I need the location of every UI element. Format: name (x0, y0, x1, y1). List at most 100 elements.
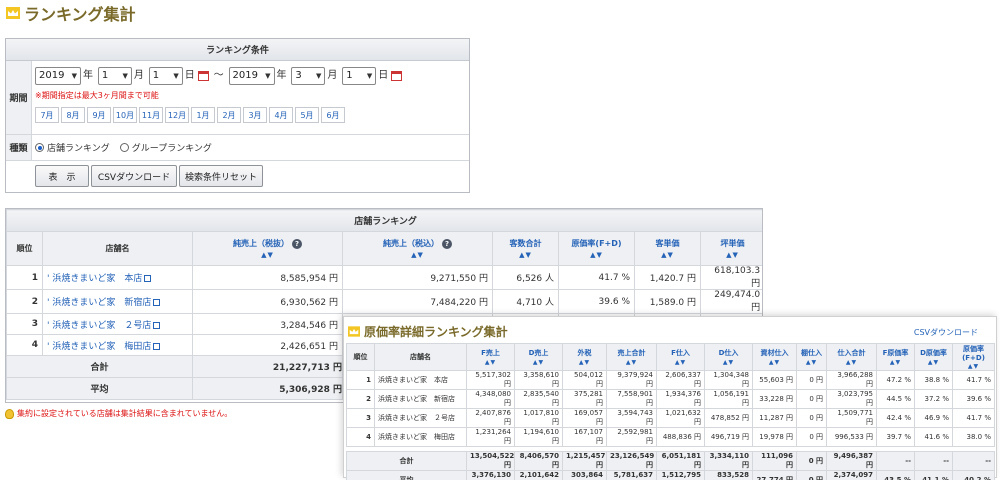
month-shortcuts: 7月 8月 9月 10月 11月 12月 1月 2月 3月 4月 5月 6月 (35, 107, 347, 123)
reset-conditions-button[interactable]: 検索条件リセット (179, 165, 263, 187)
csv-download-button[interactable]: CSVダウンロード (91, 165, 177, 187)
from-month-select[interactable]: 1 ▼ (97, 66, 132, 85)
calendar-icon[interactable] (391, 70, 403, 81)
calendar-icon[interactable] (197, 70, 209, 81)
sort-arrows-icon[interactable]: ▲▼ (953, 363, 994, 370)
cost-col-header[interactable]: 棚仕入 ▲▼ (796, 343, 827, 371)
store-col-header[interactable]: 客単価 ▲▼ (634, 231, 701, 266)
cost-col-header-label: 順位 (353, 353, 368, 361)
from-year-select[interactable]: 2019 ▼ (35, 66, 81, 85)
cost-avg-row: 平均3,376,130 円2,101,642 円303,864 円5,781,6… (346, 470, 995, 480)
sort-arrows-icon[interactable]: ▲▼ (493, 251, 558, 259)
external-link-icon[interactable] (153, 321, 161, 329)
cost-col-header[interactable]: 外税 ▲▼ (562, 343, 607, 371)
month-button[interactable]: 9月 (87, 107, 111, 123)
store-name-link[interactable]: ' 浜焼きまいど家 ２号店 (47, 321, 151, 331)
month-button[interactable]: 11月 (139, 107, 163, 123)
store-name-link[interactable]: ' 浜焼きまいど家 梅田店 (47, 342, 151, 352)
sort-arrows-icon[interactable]: ▲▼ (657, 359, 704, 366)
store-avg-label: 平均 (6, 377, 193, 400)
sort-arrows-icon[interactable]: ▲▼ (193, 251, 342, 259)
external-link-icon[interactable] (144, 275, 152, 282)
cost-col-header[interactable]: 売上合計 ▲▼ (606, 343, 657, 371)
cost-col-header[interactable]: D売上 ▲▼ (514, 343, 563, 371)
month-button[interactable]: 2月 (217, 107, 241, 123)
radio-group-ranking[interactable] (119, 143, 129, 152)
table-row: 2 浜焼きまいど家 新宿店 4,348,080 円 2,835,540 円 375,28… (346, 389, 995, 409)
value-cell: 0 円 (796, 470, 827, 480)
store-name-cell[interactable]: ' 浜焼きまいど家 ２号店 (42, 313, 193, 335)
cost-rate-ranking-panel: 原価率詳細ランキング集計 CSVダウンロード 順位 店舗名 F売上 ▲▼ D売上 ▲▼ 外税… (343, 316, 997, 480)
cost-col-header[interactable]: D原価率 ▲▼ (914, 343, 953, 371)
cost-col-header[interactable]: F仕入 ▲▼ (656, 343, 705, 371)
radio-store-ranking[interactable] (35, 143, 44, 152)
to-year-select[interactable]: 2019 ▼ (228, 66, 275, 85)
sort-arrows-icon[interactable]: ▲▼ (701, 251, 762, 259)
cost-col-header-label: 資材仕入 (760, 349, 789, 357)
value-cell: 3,284,546 円 (192, 313, 343, 335)
sort-arrows-icon[interactable]: ▲▼ (827, 359, 876, 366)
sort-arrows-icon[interactable]: ▲▼ (877, 359, 914, 366)
month-button[interactable]: 4月 (269, 107, 293, 123)
sort-arrows-icon[interactable]: ▲▼ (607, 359, 656, 366)
month-button[interactable]: 5月 (295, 107, 319, 123)
to-day-select[interactable]: 1 ▼ (342, 66, 377, 85)
month-button[interactable]: 10月 (113, 107, 137, 123)
store-name-link[interactable]: ' 浜焼きまいど家 新宿店 (47, 298, 151, 308)
month-button[interactable]: 1月 (191, 107, 215, 123)
cost-col-header[interactable]: F原価率 ▲▼ (876, 343, 915, 371)
cost-total-row: 合計 13,504,522 円 8,406,570 円 1,215,457 円 23,1… (346, 451, 995, 471)
month-button[interactable]: 6月 (321, 107, 345, 123)
help-icon[interactable]: ? (442, 238, 452, 249)
cost-col-header-label: D原価率 (920, 349, 947, 357)
from-day-select[interactable]: 1 ▼ (148, 66, 183, 85)
month-button[interactable]: 12月 (165, 107, 189, 123)
cost-col-header[interactable]: D仕入 ▲▼ (704, 343, 753, 371)
sort-arrows-icon[interactable]: ▲▼ (635, 251, 700, 259)
radio-store-label: 店舗ランキング (47, 144, 110, 154)
cost-col-header[interactable]: 資材仕入 ▲▼ (752, 343, 797, 371)
store-col-header[interactable]: 純売上（税込）? ▲▼ (342, 231, 493, 266)
month-button[interactable]: 3月 (243, 107, 267, 123)
store-name-cell[interactable]: ' 浜焼きまいど家 新宿店 (42, 289, 193, 314)
sort-arrows-icon[interactable]: ▲▼ (753, 359, 796, 366)
sort-arrows-icon[interactable]: ▲▼ (705, 359, 752, 366)
cost-col-header[interactable]: 原価率(F+D) ▲▼ (952, 343, 995, 371)
store-col-header-label: 純売上（税込） (383, 239, 439, 248)
sort-arrows-icon[interactable]: ▲▼ (563, 359, 606, 366)
month-button[interactable]: 8月 (61, 107, 85, 123)
sort-arrows-icon[interactable]: ▲▼ (515, 359, 562, 366)
cost-csv-download-link[interactable]: CSVダウンロード (914, 327, 978, 338)
value-cell: 42.4 % (876, 408, 915, 428)
external-link-icon[interactable] (153, 299, 161, 306)
value-cell: 1,420.7 円 (634, 265, 701, 290)
store-col-header[interactable]: 原価率(F+D) ▲▼ (558, 231, 635, 266)
to-month-select[interactable]: 3 ▼ (291, 66, 326, 85)
store-col-header[interactable]: 坪単価 ▲▼ (699, 231, 762, 266)
sort-arrows-icon[interactable]: ▲▼ (467, 359, 514, 366)
sort-arrows-icon[interactable]: ▲▼ (343, 251, 492, 259)
display-button[interactable]: 表 示 (35, 165, 89, 187)
sort-arrows-icon[interactable]: ▲▼ (559, 251, 634, 259)
cost-col-header[interactable]: 仕入合計 ▲▼ (826, 343, 877, 371)
sort-arrows-icon[interactable]: ▲▼ (797, 359, 826, 366)
store-name-cell: 浜焼きまいど家 梅田店 (374, 427, 467, 447)
store-total-label: 合計 (6, 355, 193, 378)
value-cell: 11,287 円 (752, 408, 797, 428)
store-col-header[interactable]: 純売上（税抜）? ▲▼ (192, 231, 343, 266)
store-name-cell[interactable]: ' 浜焼きまいど家 梅田店 (42, 334, 193, 356)
sort-arrows-icon[interactable]: ▲▼ (915, 359, 952, 366)
value-cell: 0 円 (796, 389, 827, 409)
chevron-down-icon: ▼ (71, 71, 77, 80)
avg-label: 平均 (346, 470, 467, 480)
cost-col-header[interactable]: F売上 ▲▼ (466, 343, 515, 371)
store-col-header[interactable]: 客数合計 ▲▼ (492, 231, 559, 266)
value-cell: 9,379,924 円 (606, 370, 657, 390)
store-name-link[interactable]: ' 浜焼きまいど家 本店 (47, 274, 142, 284)
value-cell: 249,474.0 円 (699, 289, 762, 314)
month-button[interactable]: 7月 (35, 107, 59, 123)
value-cell: 27,774 円 (752, 470, 797, 480)
store-name-cell[interactable]: ' 浜焼きまいど家 本店 (42, 265, 193, 290)
help-icon[interactable]: ? (292, 238, 302, 249)
external-link-icon[interactable] (153, 342, 161, 350)
